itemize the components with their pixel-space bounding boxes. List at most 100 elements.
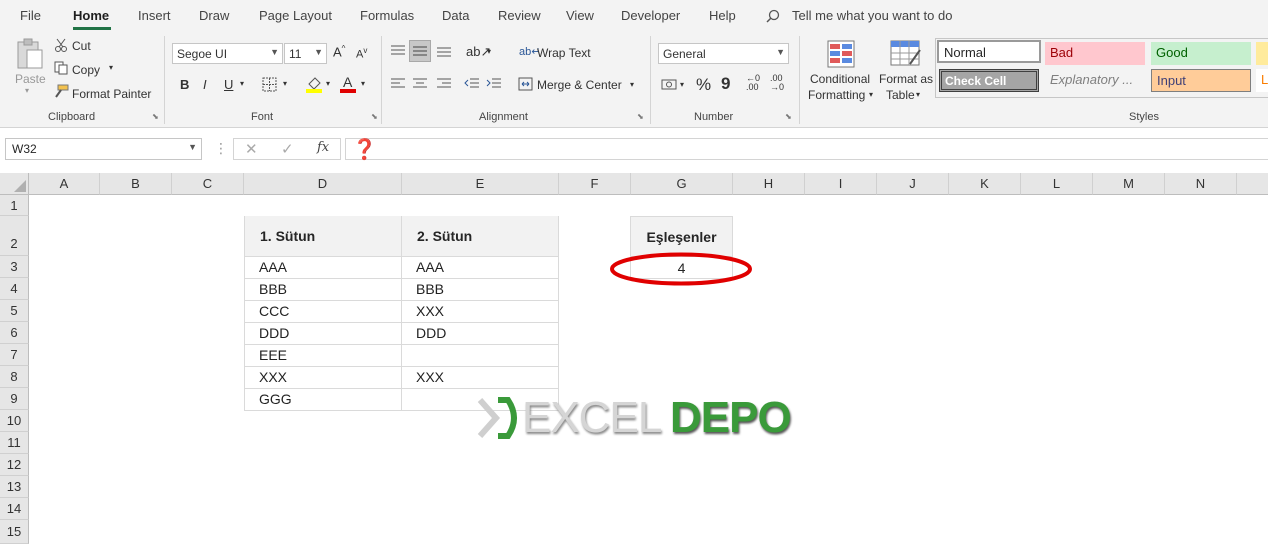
row-header-13[interactable]: 13 xyxy=(0,476,29,498)
underline-button[interactable]: U xyxy=(224,77,233,92)
tab-review[interactable]: Review xyxy=(498,8,541,23)
tab-formulas[interactable]: Formulas xyxy=(360,8,414,23)
table-cell-col1-row5[interactable]: EEE xyxy=(259,347,287,363)
name-box[interactable]: W32 ▼ xyxy=(5,138,202,160)
tab-data[interactable]: Data xyxy=(442,8,469,23)
column-header-n[interactable]: N xyxy=(1165,173,1237,195)
conditional-dropdown-icon[interactable]: ▾ xyxy=(869,90,873,99)
row-header-9[interactable]: 9 xyxy=(0,388,29,410)
increase-indent-icon[interactable] xyxy=(486,77,502,91)
format-as-table-button[interactable]: Format as xyxy=(879,72,933,86)
number-format-select[interactable]: General ▼ xyxy=(658,43,789,64)
merge-dropdown-icon[interactable]: ▾ xyxy=(630,80,634,89)
formula-input[interactable] xyxy=(345,138,1268,160)
column-header-o-partial[interactable] xyxy=(1237,173,1268,195)
alignment-launcher-icon[interactable]: ⬊ xyxy=(637,112,644,121)
font-color-icon[interactable]: A xyxy=(340,74,356,93)
insert-function-icon[interactable]: fx xyxy=(317,140,329,155)
format-painter-button[interactable]: Format Painter xyxy=(72,87,151,101)
align-top-icon[interactable] xyxy=(390,44,406,58)
row-header-2[interactable]: 2 xyxy=(0,216,29,256)
font-launcher-icon[interactable]: ⬊ xyxy=(371,112,378,121)
tab-home[interactable]: Home xyxy=(73,8,109,23)
tab-draw[interactable]: Draw xyxy=(199,8,229,23)
percent-button[interactable]: % xyxy=(696,75,711,95)
table-cell-col2-row1[interactable]: AAA xyxy=(416,259,444,275)
decrease-font-icon[interactable]: Av xyxy=(356,46,367,61)
table-cell-col1-row2[interactable]: BBB xyxy=(259,281,287,297)
tab-view[interactable]: View xyxy=(566,8,594,23)
table-cell-col2-row2[interactable]: BBB xyxy=(416,281,444,297)
paste-button[interactable]: Paste xyxy=(15,72,46,86)
column-header-k[interactable]: K xyxy=(949,173,1021,195)
underline-dropdown-icon[interactable]: ▾ xyxy=(240,79,244,88)
column-header-j[interactable]: J xyxy=(877,173,949,195)
column-header-e[interactable]: E xyxy=(402,173,559,195)
column-header-b[interactable]: B xyxy=(100,173,172,195)
column-header-f[interactable]: F xyxy=(559,173,631,195)
tell-me-input[interactable]: Tell me what you want to do xyxy=(792,8,952,23)
table-cell-col1-row1[interactable]: AAA xyxy=(259,259,287,275)
copy-dropdown-icon[interactable]: ▾ xyxy=(109,63,113,72)
currency-icon[interactable] xyxy=(661,78,678,91)
decrease-decimal-icon[interactable]: .00 →0 xyxy=(770,74,784,92)
row-header-10[interactable]: 10 xyxy=(0,410,29,432)
row-header-5[interactable]: 5 xyxy=(0,300,29,322)
align-center-icon[interactable] xyxy=(412,77,428,91)
font-color-dropdown-icon[interactable]: ▾ xyxy=(361,79,365,88)
row-header-15[interactable]: 15 xyxy=(0,520,29,544)
conditional-formatting-button[interactable]: Conditional xyxy=(810,72,870,86)
comma-style-button[interactable]: 9 xyxy=(721,74,730,94)
table-cell-col1-row6[interactable]: XXX xyxy=(259,369,287,385)
format-as-table-dropdown-icon[interactable]: ▾ xyxy=(916,90,920,99)
table-cell-col1-row4[interactable]: DDD xyxy=(259,325,289,341)
row-header-3[interactable]: 3 xyxy=(0,256,29,278)
copy-button[interactable]: Copy xyxy=(72,63,100,77)
row-header-12[interactable]: 12 xyxy=(0,454,29,476)
tab-developer[interactable]: Developer xyxy=(621,8,680,23)
table-header-col1[interactable]: 1. Sütun xyxy=(245,216,401,256)
column-header-c[interactable]: C xyxy=(172,173,244,195)
row-header-1[interactable]: 1 xyxy=(0,195,29,216)
tab-page-layout[interactable]: Page Layout xyxy=(259,8,332,23)
font-size-select[interactable]: 11 ▼ xyxy=(284,43,327,64)
borders-icon[interactable] xyxy=(262,77,277,92)
increase-decimal-icon[interactable]: ←0.00 xyxy=(746,74,760,92)
column-header-i[interactable]: I xyxy=(805,173,877,195)
increase-font-icon[interactable]: A^ xyxy=(333,44,345,59)
align-left-icon[interactable] xyxy=(390,77,406,91)
currency-dropdown-icon[interactable]: ▾ xyxy=(680,80,684,89)
table-cell-col1-row3[interactable]: CCC xyxy=(259,303,289,319)
row-header-8[interactable]: 8 xyxy=(0,366,29,388)
paste-dropdown-icon[interactable]: ▾ xyxy=(25,86,29,95)
table-cell-col2-row4[interactable]: DDD xyxy=(416,325,446,341)
italic-button[interactable]: I xyxy=(203,77,207,92)
align-right-icon[interactable] xyxy=(436,77,452,91)
table-header-col2[interactable]: 2. Sütun xyxy=(402,216,558,256)
column-header-a[interactable]: A xyxy=(29,173,100,195)
merge-center-button[interactable]: Merge & Center xyxy=(537,78,622,92)
row-header-7[interactable]: 7 xyxy=(0,344,29,366)
wrap-text-button[interactable]: Wrap Text xyxy=(537,46,591,60)
tab-insert[interactable]: Insert xyxy=(138,8,171,23)
column-header-l[interactable]: L xyxy=(1021,173,1093,195)
column-header-m[interactable]: M xyxy=(1093,173,1165,195)
enter-icon[interactable]: ✓ xyxy=(281,140,294,158)
select-all-corner[interactable] xyxy=(0,173,29,195)
column-header-d[interactable]: D xyxy=(244,173,402,195)
fill-color-dropdown-icon[interactable]: ▾ xyxy=(326,79,330,88)
cut-button[interactable]: Cut xyxy=(72,39,91,53)
table-cell-col2-row3[interactable]: XXX xyxy=(416,303,444,319)
table-cell-col2-row6[interactable]: XXX xyxy=(416,369,444,385)
align-bottom-icon[interactable] xyxy=(436,44,452,58)
tab-help[interactable]: Help xyxy=(709,8,736,23)
decrease-indent-icon[interactable] xyxy=(464,77,480,91)
column-header-h[interactable]: H xyxy=(733,173,805,195)
row-header-11[interactable]: 11 xyxy=(0,432,29,454)
name-box-dropdown-icon[interactable]: ▼ xyxy=(188,142,197,152)
row-header-6[interactable]: 6 xyxy=(0,322,29,344)
match-header[interactable]: Eşleşenler xyxy=(630,216,733,256)
row-header-14[interactable]: 14 xyxy=(0,498,29,520)
number-launcher-icon[interactable]: ⬊ xyxy=(785,112,792,121)
fill-color-icon[interactable] xyxy=(306,75,322,93)
